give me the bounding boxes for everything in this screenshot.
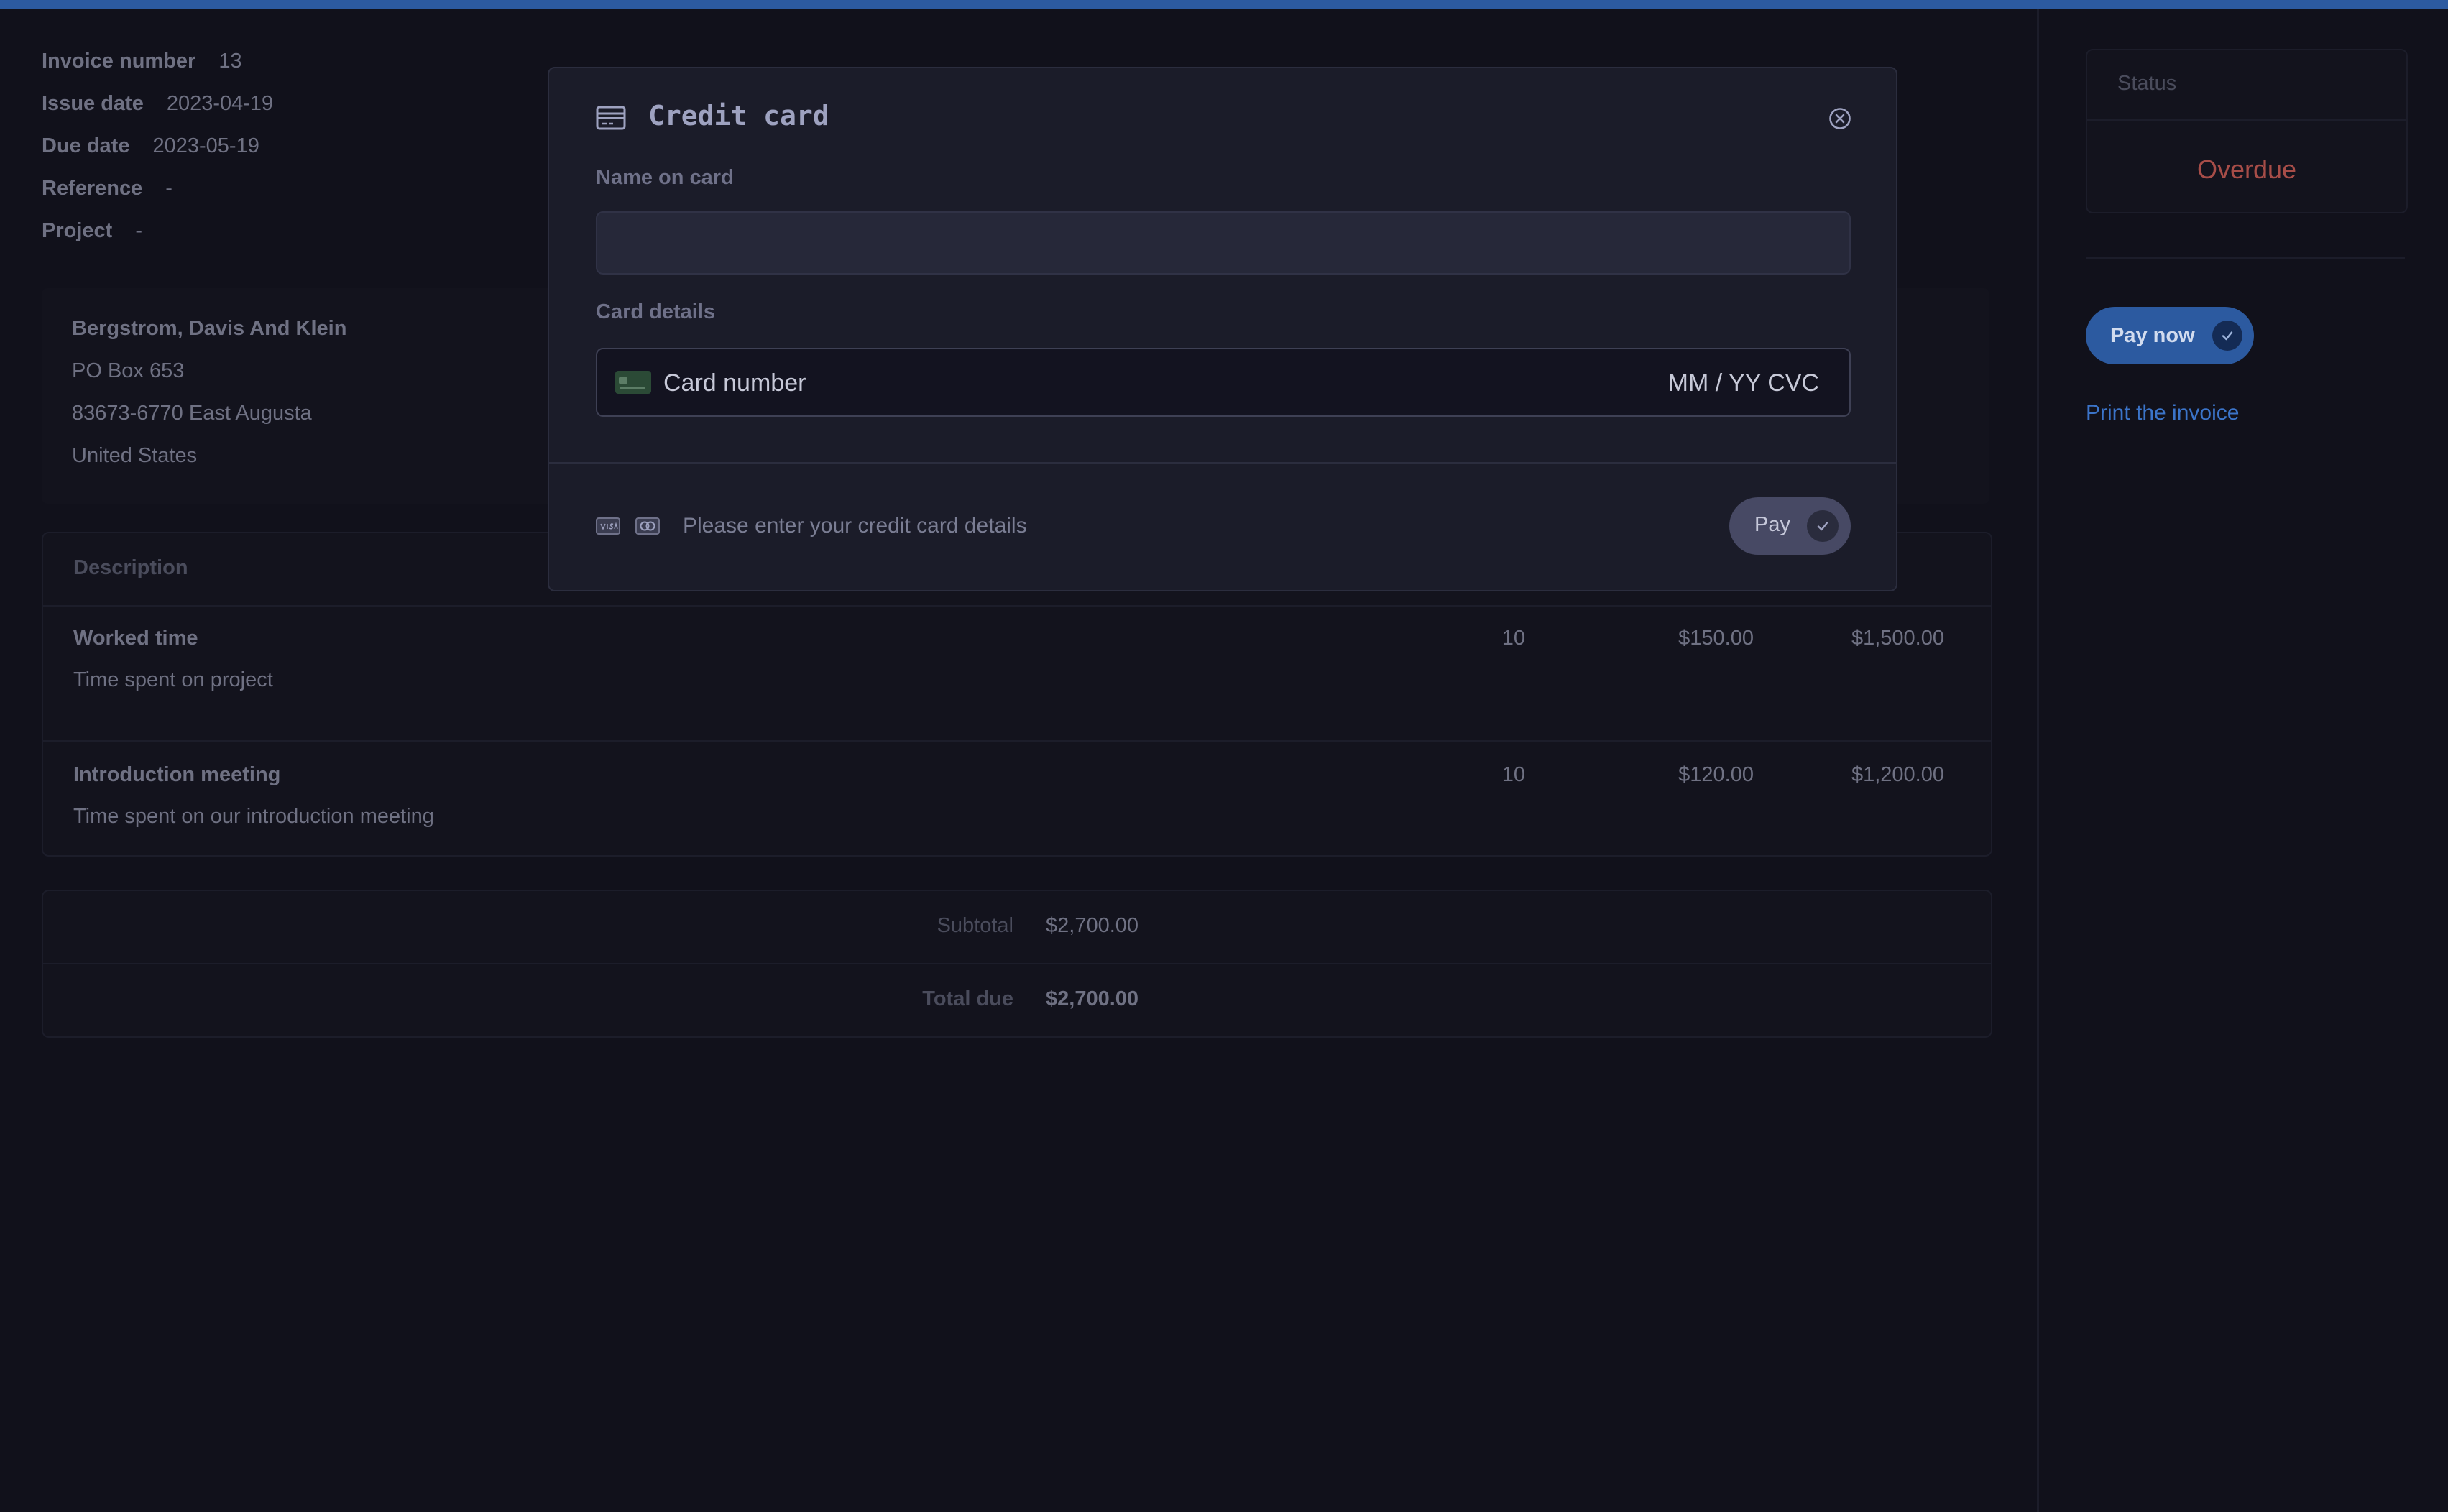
invoice-number-row: Invoice number 13 [42, 47, 242, 75]
item-quantity: 10 [1501, 627, 1525, 650]
name-on-card-input[interactable] [596, 211, 1851, 275]
print-invoice-link[interactable]: Print the invoice [2086, 401, 2239, 425]
meta-label: Reference [42, 176, 143, 200]
column-header-description: Description [73, 556, 188, 579]
pay-now-label: Pay now [2110, 323, 2195, 347]
status-card: Status Overdue [2086, 49, 2408, 213]
modal-footer: Please enter your credit card details Pa… [549, 462, 1896, 593]
check-icon [1807, 510, 1839, 542]
card-details-input[interactable]: Card number MM / YY CVC [596, 348, 1851, 417]
item-description: Time spent on project [73, 668, 273, 691]
meta-value: 2023-04-19 [166, 91, 274, 115]
top-accent-bar [0, 0, 2448, 9]
due-date-row: Due date 2023-05-19 [42, 132, 259, 160]
address-country: United States [72, 444, 198, 467]
item-title: Worked time [73, 627, 198, 650]
sidebar: Status Overdue Pay now Print the invoice [2037, 9, 2448, 1512]
pay-now-button[interactable]: Pay now [2086, 307, 2254, 364]
subtotal-label: Subtotal [937, 914, 1013, 937]
name-on-card-label: Name on card [596, 166, 734, 189]
close-icon[interactable] [1828, 106, 1852, 134]
visa-icon [596, 517, 620, 538]
meta-label: Invoice number [42, 49, 196, 73]
card-number-placeholder: Card number [663, 369, 806, 397]
item-price: $150.00 [1678, 627, 1754, 650]
total-due-row: Total due $2,700.00 [43, 963, 1991, 1036]
subtotal-row: Subtotal $2,700.00 [43, 891, 1991, 963]
credit-card-icon [596, 106, 626, 134]
item-description: Time spent on our introduction meeting [73, 805, 434, 828]
total-due-value: $2,700.00 [1046, 987, 1139, 1010]
table-row: Worked time Time spent on project 10 $15… [43, 605, 1991, 740]
company-name: Bergstrom, Davis And Klein [72, 317, 347, 340]
item-price: $120.00 [1678, 763, 1754, 786]
item-total: $1,200.00 [1851, 763, 1944, 786]
divider [2087, 119, 2406, 121]
totals-table: Subtotal $2,700.00 Total due $2,700.00 [42, 890, 1992, 1038]
reference-row: Reference - [42, 174, 172, 203]
meta-label: Due date [42, 134, 130, 157]
total-due-label: Total due [922, 987, 1013, 1010]
meta-value: - [135, 218, 142, 242]
status-label: Status [2117, 72, 2177, 95]
expiry-cvc-placeholder: MM / YY CVC [1667, 369, 1819, 397]
meta-value: - [165, 176, 172, 200]
meta-value: 2023-05-19 [152, 134, 259, 157]
card-icon [635, 517, 660, 538]
status-badge: Overdue [2196, 155, 2297, 184]
item-total: $1,500.00 [1851, 627, 1944, 650]
card-brand-icon [615, 371, 651, 397]
subtotal-value: $2,700.00 [1046, 914, 1139, 937]
address-line: PO Box 653 [72, 359, 185, 382]
footer-message: Please enter your credit card details [683, 514, 1027, 538]
item-quantity: 10 [1501, 763, 1525, 786]
address-line: 83673-6770 East Augusta [72, 402, 312, 425]
item-title: Introduction meeting [73, 763, 281, 786]
check-icon [2212, 321, 2242, 351]
card-details-label: Card details [596, 300, 715, 323]
table-row: Introduction meeting Time spent on our i… [43, 740, 1991, 877]
modal-title: Credit card [648, 100, 829, 132]
credit-card-modal: Credit card Name on card Card details Ca… [548, 67, 1897, 591]
project-row: Project - [42, 216, 142, 245]
pay-button[interactable]: Pay [1729, 497, 1851, 555]
meta-label: Project [42, 218, 113, 242]
issue-date-row: Issue date 2023-04-19 [42, 89, 273, 118]
meta-label: Issue date [42, 91, 144, 115]
meta-value: 13 [218, 49, 242, 73]
divider [2086, 257, 2405, 259]
pay-button-label: Pay [1754, 513, 1790, 536]
